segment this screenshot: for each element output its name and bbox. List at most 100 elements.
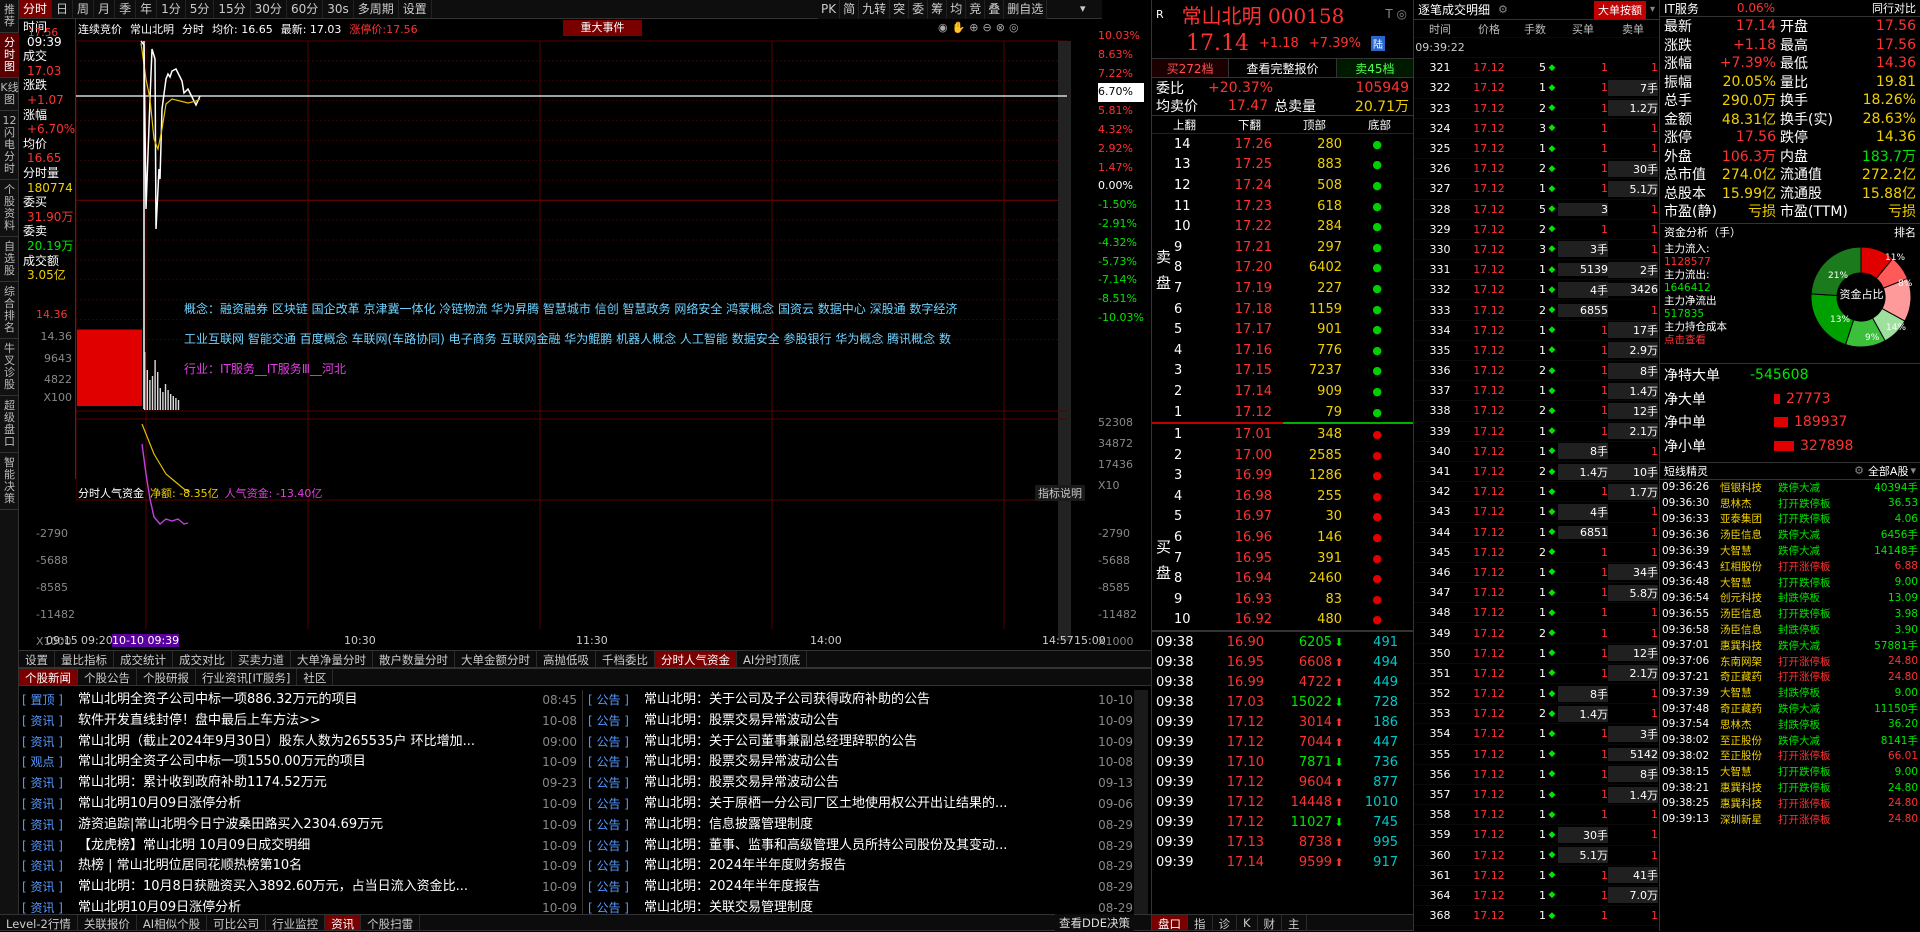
page-up-button[interactable]: 上翻	[1152, 117, 1217, 133]
news-left-row[interactable]: [ 置顶 ] 常山北明全资子公司中标一项886.32万元的项目 08:45	[22, 690, 577, 711]
short-wizard-row[interactable]: 09:36:39 大智慧 跌停大减 14148手	[1662, 543, 1918, 559]
status-tab-4[interactable]: 行业监控	[266, 915, 326, 931]
concept-line-1[interactable]: 概念：融资融券 区块链 国企改革 京津冀一体化 冷链物流 华为昇腾 智慧城市 信…	[184, 294, 1064, 324]
news-left-title[interactable]: 常山北明全资子公司中标一项1550.00万元的项目	[78, 752, 537, 773]
period-tab-9[interactable]: 30分	[251, 0, 287, 18]
ask-level[interactable]: 14 17.26 280 ●	[1152, 134, 1413, 155]
news-left-title[interactable]: 【龙虎榜】常山北明 10月09日成交明细	[78, 836, 537, 857]
period-tab-11[interactable]: 30s	[323, 0, 354, 18]
ask-level[interactable]: 7 17.19 227 ●	[1152, 278, 1413, 299]
toolbar-tool-9[interactable]: 删自选	[1004, 0, 1048, 19]
bid-level[interactable]: 8 16.94 2460 ●	[1152, 568, 1413, 589]
bid-level[interactable]: 5 16.97 30 ●	[1152, 507, 1413, 528]
toolbar-tool-2[interactable]: 九转	[859, 0, 891, 19]
news-right-title[interactable]: 常山北明：股票交易异常波动公告	[644, 711, 1093, 732]
status-tab-5[interactable]: 资讯	[325, 915, 362, 931]
short-wizard-row[interactable]: 09:36:58 汤臣信息 封跌停板 3.90	[1662, 622, 1918, 638]
news-tab-3[interactable]: 行业资讯[IT服务]	[196, 669, 298, 685]
news-left-row[interactable]: [ 资讯 ] 常山北明：10月8日获融资买入3892.60万元，占当日流入资金比.…	[22, 877, 577, 898]
news-left-title[interactable]: 热榜 | 常山北明位居同花顺热榜第10名	[78, 856, 537, 877]
left-tab-9[interactable]: 智能决策	[0, 453, 19, 510]
news-right-title[interactable]: 常山北明：信息披露管理制度	[644, 815, 1093, 836]
news-left-title[interactable]: 常山北明（截止2024年9月30日）股东人数为265535户 环比增加...	[78, 732, 537, 753]
bid-level[interactable]: 2 17.00 2585 ●	[1152, 445, 1413, 466]
news-right-title[interactable]: 常山北明：2024年半年度报告	[644, 877, 1093, 898]
news-right-row[interactable]: [ 公告 ] 常山北明：关于原栖一分公司厂区土地使用权公开出让结果的... 09-0…	[588, 794, 1133, 815]
bid-level[interactable]: 4 16.98 255 ●	[1152, 486, 1413, 507]
ob-tab-3[interactable]: K	[1237, 915, 1258, 930]
short-wizard-row[interactable]: 09:37:48 奇正藏药 跌停大减 11150手	[1662, 701, 1918, 717]
short-wizard-row[interactable]: 09:39:13 深圳新星 打开涨停板 24.80	[1662, 811, 1918, 827]
news-tab-2[interactable]: 个股研报	[137, 669, 196, 685]
filter-dropdown-icon[interactable]: ▾	[1910, 464, 1916, 477]
sell-depth-tab[interactable]: 卖45档	[1336, 59, 1413, 77]
news-left-title[interactable]: 软件开发直线封停！盘中最后上车方法>>	[78, 711, 537, 732]
news-left-row[interactable]: [ 资讯 ] 常山北明：累计收到政府补助1174.52万元 09-23	[22, 773, 577, 794]
left-tab-6[interactable]: 综合排名	[0, 282, 19, 339]
news-left-row[interactable]: [ 资讯 ] 软件开发直线封停！盘中最后上车方法>> 10-08	[22, 711, 577, 732]
ob-tab-4[interactable]: 财	[1258, 915, 1283, 931]
indicator-tab-11[interactable]: AI分时顶底	[737, 651, 808, 667]
toolbar-tool-5[interactable]: 筹	[928, 0, 948, 19]
ask-level[interactable]: 5 17.17 901 ●	[1152, 319, 1413, 340]
news-right-title[interactable]: 常山北明：股票交易异常波动公告	[644, 773, 1093, 794]
ob-tab-2[interactable]: 诊	[1213, 915, 1237, 931]
bid-level[interactable]: 9 16.93 83 ●	[1152, 589, 1413, 610]
short-wizard-row[interactable]: 09:37:01 惠巽科技 跌停大减 57881手	[1662, 637, 1918, 653]
bid-level[interactable]: 3 16.99 1286 ●	[1152, 466, 1413, 487]
period-tab-8[interactable]: 15分	[214, 0, 251, 18]
industry-line[interactable]: 行业：IT服务__IT服务Ⅲ__河北	[184, 354, 1064, 384]
news-right-row[interactable]: [ 公告 ] 常山北明：关于公司及子公司获得政府补助的公告 10-10	[588, 690, 1133, 711]
big-order-by-amount-button[interactable]: 大单按额	[1593, 0, 1646, 19]
full-quote-tab[interactable]: 查看完整报价	[1228, 59, 1337, 77]
short-wizard-row[interactable]: 09:38:25 惠巽科技 打开涨停板 24.80	[1662, 795, 1918, 811]
news-right-row[interactable]: [ 公告 ] 常山北明：股票交易异常波动公告 10-09	[588, 711, 1133, 732]
market-filter[interactable]: 全部A股	[1868, 463, 1909, 479]
ask-level[interactable]: 10 17.22 284 ●	[1152, 216, 1413, 237]
news-right-row[interactable]: [ 公告 ] 常山北明：信息披露管理制度 08-29	[588, 815, 1133, 836]
ask-level[interactable]: 13 17.25 883 ●	[1152, 155, 1413, 176]
ask-level[interactable]: 8 17.20 6402 ●	[1152, 258, 1413, 279]
ob-tab-0[interactable]: 盘口	[1152, 915, 1188, 931]
period-tab-2[interactable]: 周	[73, 0, 95, 18]
left-tab-2[interactable]: K线图	[0, 78, 19, 111]
left-tab-7[interactable]: 牛叉诊股	[0, 339, 19, 396]
left-tab-4[interactable]: 个股资料	[0, 180, 19, 237]
ask-level[interactable]: 2 17.14 909 ●	[1152, 381, 1413, 402]
short-wizard-row[interactable]: 09:38:02 至正股份 打开涨停板 66.01	[1662, 748, 1918, 764]
ask-level[interactable]: 4 17.16 776 ●	[1152, 340, 1413, 361]
period-tab-4[interactable]: 季	[115, 0, 137, 18]
period-tab-0[interactable]: 分时	[19, 0, 53, 18]
news-left-title[interactable]: 常山北明：累计收到政府补助1174.52万元	[78, 773, 537, 794]
left-tab-5[interactable]: 自选股	[0, 237, 19, 282]
period-tab-10[interactable]: 60分	[287, 0, 324, 18]
menu-arrow-icon[interactable]: ▾	[1080, 2, 1086, 15]
news-right-row[interactable]: [ 公告 ] 常山北明：2024年半年度报告 08-29	[588, 877, 1133, 898]
news-left-row[interactable]: [ 资讯 ] 【龙虎榜】常山北明 10月09日成交明细 10-09	[22, 836, 577, 857]
bid-level[interactable]: 6 16.96 146 ●	[1152, 527, 1413, 548]
indicator-tab-7[interactable]: 大单金额分时	[455, 651, 537, 667]
toolbar-tool-8[interactable]: 叠	[985, 0, 1005, 19]
status-tab-2[interactable]: AI相似个股	[137, 915, 208, 931]
news-right-title[interactable]: 常山北明：股票交易异常波动公告	[644, 752, 1093, 773]
toolbar-tool-7[interactable]: 竞	[966, 0, 986, 19]
status-tab-6[interactable]: 个股扫雷	[361, 915, 421, 931]
news-left-row[interactable]: [ 观点 ] 常山北明全资子公司中标一项1550.00万元的项目 10-09	[22, 752, 577, 773]
toolbar-tool-0[interactable]: PK	[818, 0, 841, 19]
bid-level[interactable]: 7 16.95 391 ●	[1152, 548, 1413, 569]
short-wizard-row[interactable]: 09:38:15 大智慧 打开跌停板 9.00	[1662, 764, 1918, 780]
indicator-tab-8[interactable]: 高抛低吸	[537, 651, 596, 667]
ask-level[interactable]: 12 17.24 508 ●	[1152, 175, 1413, 196]
ask-level[interactable]: 3 17.15 7237 ●	[1152, 361, 1413, 382]
indicator-tab-10[interactable]: 分时人气资金	[655, 651, 737, 667]
ask-level[interactable]: 9 17.21 297 ●	[1152, 237, 1413, 258]
peer-compare-button[interactable]: 同行对比	[1872, 0, 1916, 16]
short-wizard-row[interactable]: 09:37:06 东南网架 打开涨停板 24.80	[1662, 653, 1918, 669]
toolbar-tool-4[interactable]: 委	[909, 0, 929, 19]
news-right-title[interactable]: 常山北明：关于公司及子公司获得政府补助的公告	[644, 690, 1093, 711]
period-tab-5[interactable]: 年	[136, 0, 158, 18]
news-left-title[interactable]: 常山北明全资子公司中标一项886.32万元的项目	[78, 690, 537, 711]
left-tab-0[interactable]: 推荐	[0, 0, 19, 33]
news-right-title[interactable]: 常山北明：董事、监事和高级管理人员所持公司股份及其变动...	[644, 836, 1093, 857]
bid-level[interactable]: 10 16.92 480 ●	[1152, 610, 1413, 631]
